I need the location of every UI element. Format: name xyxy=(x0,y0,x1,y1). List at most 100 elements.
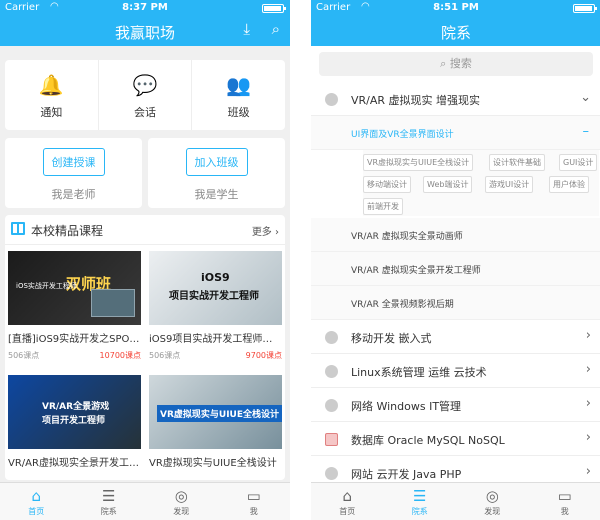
chat-icon: 💬 xyxy=(132,73,158,97)
course-title: VR虚拟现实与UIUE全栈设计 xyxy=(149,458,277,469)
category-row[interactable]: 移动开发 嵌入式 › xyxy=(311,320,600,354)
category-icon xyxy=(325,331,338,344)
tab-departments[interactable]: ☰ 院系 xyxy=(73,483,146,520)
home-screen: Carrier ◠ 8:37 PM 我赢职场 ⤓ ⌕ 🔔 通知 💬 会话 👥 班… xyxy=(0,0,290,520)
course-thumbnail: VR虚拟现实与UIUE全栈设计 xyxy=(149,375,282,449)
status-time: 8:37 PM xyxy=(122,2,168,13)
role-label: 我是学生 xyxy=(194,188,239,201)
tab-label: 发现 xyxy=(484,507,501,516)
course-card[interactable]: VR虚拟现实与UIUE全栈设计 VR虚拟现实与UIUE全栈设计 xyxy=(149,375,282,469)
top-bar: Carrier ◠ 8:37 PM 我赢职场 ⤓ ⌕ xyxy=(0,0,290,46)
course-card[interactable]: VR/AR全景游戏 项目开发工程师 VR/AR虚拟现实全景开发工… xyxy=(8,375,141,469)
tag-chip[interactable]: Web端设计 xyxy=(423,176,473,193)
subcategory-name: VR/AR 全景视频影视后期 xyxy=(351,300,454,310)
thumbnail-text: VR虚拟现实与UIUE全栈设计 xyxy=(157,405,282,422)
category-name: Linux系统管理 运维 云技术 xyxy=(351,366,487,379)
laptop-image xyxy=(91,289,135,317)
class-icon: 👥 xyxy=(226,73,252,97)
departments-screen: Carrier ◠ 8:51 PM 院系 ⌕ 搜索 VR/AR 虚拟现实 增强现… xyxy=(311,0,600,520)
list-icon: ☰ xyxy=(102,487,116,505)
battery-icon xyxy=(573,4,597,13)
category-row[interactable]: 数据库 Oracle MySQL NoSQL › xyxy=(311,422,600,456)
category-row-expanded[interactable]: VR/AR 虚拟现实 增强现实 ⌄ xyxy=(311,82,600,116)
tab-discover[interactable]: ◎ 发现 xyxy=(456,483,529,520)
tab-home[interactable]: ⌂ 首页 xyxy=(0,483,73,520)
quick-link-chat[interactable]: 💬 会话 xyxy=(99,60,193,130)
status-bar: Carrier ◠ 8:51 PM xyxy=(311,0,600,16)
quick-link-label: 班级 xyxy=(227,106,250,119)
chevron-right-icon: › xyxy=(585,362,591,377)
status-bar: Carrier ◠ 8:37 PM xyxy=(0,0,290,16)
quick-link-label: 通知 xyxy=(40,106,63,119)
tag-group: VR虚拟现实与UIUE全栈设计 设计软件基础 GUI设计 移动端设计 Web端设… xyxy=(363,150,599,216)
category-row[interactable]: 网络 Windows IT管理 › xyxy=(311,388,600,422)
tab-departments[interactable]: ☰ 院系 xyxy=(384,483,457,520)
course-title: iOS9项目实战开发工程师… xyxy=(149,334,273,345)
database-icon xyxy=(325,433,338,446)
search-icon: ⌕ xyxy=(440,57,447,70)
subcategory-row[interactable]: VR/AR 虚拟现实全景开发工程师 xyxy=(311,252,600,286)
search-icon[interactable]: ⌕ xyxy=(272,20,280,38)
status-time: 8:51 PM xyxy=(433,2,479,13)
course-thumbnail: iOS9 项目实战开发工程师 xyxy=(149,251,282,325)
course-title: VR/AR虚拟现实全景开发工… xyxy=(8,458,139,469)
profile-icon: ▭ xyxy=(246,487,261,505)
page-title: 院系 xyxy=(440,24,471,42)
more-label: 更多 xyxy=(251,227,272,238)
category-row[interactable]: Linux系统管理 运维 云技术 › xyxy=(311,354,600,388)
subcategory-row-active[interactable]: UI界面及VR全景界面设计 – xyxy=(311,116,600,150)
tag-chip[interactable]: 前端开发 xyxy=(363,198,403,215)
download-icon[interactable]: ⤓ xyxy=(243,20,250,38)
thumbnail-subtext: 项目实战开发工程师 xyxy=(169,291,259,302)
course-card[interactable]: iOS9 项目实战开发工程师 iOS9项目实战开发工程师… 506课点 9700… xyxy=(149,251,282,360)
course-title: [直播]iOS9实战开发之SPO… xyxy=(8,334,140,345)
tag-chip[interactable]: GUI设计 xyxy=(559,154,598,171)
category-icon xyxy=(325,365,338,378)
tab-discover[interactable]: ◎ 发现 xyxy=(145,483,218,520)
chevron-right-icon: › xyxy=(585,396,591,411)
collapse-icon[interactable]: – xyxy=(583,124,590,139)
profile-icon: ▭ xyxy=(557,487,572,505)
section-title: 本校精品课程 xyxy=(31,224,104,238)
category-icon xyxy=(325,399,338,412)
category-name: 移动开发 嵌入式 xyxy=(351,332,432,345)
home-icon: ⌂ xyxy=(342,487,353,505)
tag-chip[interactable]: 移动端设计 xyxy=(363,176,411,193)
bell-icon: 🔔 xyxy=(38,73,64,97)
category-name: VR/AR 虚拟现实 增强现实 xyxy=(351,94,481,107)
category-name: 数据库 Oracle MySQL NoSQL xyxy=(351,434,505,447)
featured-courses: 本校精品课程 更多 › 双师班 iOS实战开发工程师 [直播]iOS9实战开发之… xyxy=(5,215,285,480)
tag-chip[interactable]: 用户体验 xyxy=(549,176,589,193)
tag-chip[interactable]: 游戏UI设计 xyxy=(485,176,534,193)
home-icon: ⌂ xyxy=(31,487,42,505)
top-bar: Carrier ◠ 8:51 PM 院系 xyxy=(311,0,600,46)
more-link[interactable]: 更多 › xyxy=(252,223,279,238)
course-card[interactable]: 双师班 iOS实战开发工程师 [直播]iOS9实战开发之SPO… 506课点 1… xyxy=(8,251,141,360)
tag-chip[interactable]: VR虚拟现实与UIUE全栈设计 xyxy=(363,154,474,171)
course-meta: 506课点 10700课点 xyxy=(8,350,141,360)
tag-chip[interactable]: 设计软件基础 xyxy=(489,154,545,171)
thumbnail-text: iOS9 xyxy=(201,271,230,284)
thumbnail-subtext: 项目开发工程师 xyxy=(42,416,106,426)
lesson-count: 9700课点 xyxy=(245,351,282,360)
tab-me[interactable]: ▭ 我 xyxy=(529,483,600,520)
tab-home[interactable]: ⌂ 首页 xyxy=(311,483,384,520)
subcategory-row[interactable]: VR/AR 全景视频影视后期 xyxy=(311,286,600,320)
chevron-down-icon: ⌄ xyxy=(580,90,591,105)
category-name: 网络 Windows IT管理 xyxy=(351,400,462,413)
tab-me[interactable]: ▭ 我 xyxy=(218,483,291,520)
quick-links: 🔔 通知 💬 会话 👥 班级 xyxy=(5,60,285,130)
search-input[interactable]: ⌕ 搜索 xyxy=(319,52,593,76)
quick-link-notice[interactable]: 🔔 通知 xyxy=(5,60,99,130)
quick-link-class[interactable]: 👥 班级 xyxy=(192,60,285,130)
subcategory-row[interactable]: VR/AR 虚拟现实全景动画师 xyxy=(311,218,600,252)
student-count: 506课点 xyxy=(149,351,181,360)
search-placeholder: 搜索 xyxy=(449,57,472,70)
subcategory-name: VR/AR 虚拟现实全景动画师 xyxy=(351,232,463,242)
tab-bar: ⌂ 首页 ☰ 院系 ◎ 发现 ▭ 我 xyxy=(0,482,290,520)
thumbnail-subtext: iOS实战开发工程师 xyxy=(16,282,77,290)
join-class-button[interactable]: 加入班级 xyxy=(185,148,248,176)
lesson-count: 10700课点 xyxy=(99,351,141,360)
create-course-button[interactable]: 创建授课 xyxy=(42,148,105,176)
tab-label: 首页 xyxy=(339,507,356,516)
